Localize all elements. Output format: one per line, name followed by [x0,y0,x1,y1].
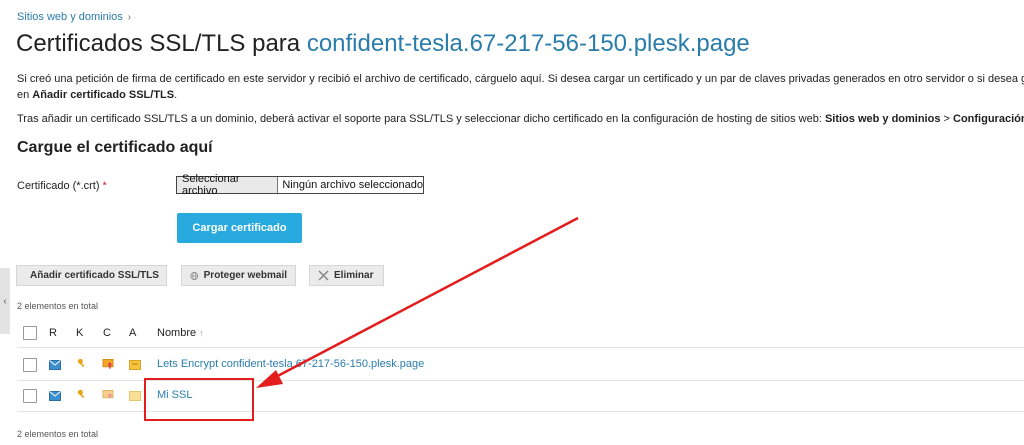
close-icon [318,270,329,281]
column-header-a[interactable]: A [129,327,136,339]
certificate-icon-faded [102,390,114,399]
key-icon [77,358,85,368]
intro-paragraph-2: Tras añadir un certificado SSL/TLS a un … [17,113,1024,125]
column-header-c[interactable]: C [103,327,111,339]
required-mark: * [102,180,107,192]
protect-webmail-button[interactable]: Proteger webmail [181,265,296,286]
header-divider [17,347,1024,348]
sort-icon: ↑ [199,328,204,338]
key-icon [77,389,85,399]
request-icon [49,391,61,401]
annotation-highlight-box [144,378,254,421]
delete-button[interactable]: Eliminar [309,265,384,286]
ca-certificate-icon-faded [129,391,141,401]
upload-certificate-button[interactable]: Cargar certificado [177,213,302,243]
file-status-text: Ningún archivo seleccionado [282,179,423,191]
breadcrumb-link-websites[interactable]: Sitios web y dominios [17,11,123,23]
sidebar-toggle[interactable]: ‹ [0,268,10,334]
page-title-domain: confident-tesla.67-217-56-150.plesk.page [306,30,750,57]
breadcrumb-separator: › [127,12,132,23]
row-checkbox[interactable] [23,358,37,372]
column-header-r[interactable]: R [49,327,57,339]
breadcrumb: Sitios web y dominios › [17,11,131,23]
intro-add-cert-ref: Añadir certificado SSL/TLS [32,89,175,101]
page-title: Certificados SSL/TLS para confident-tesl… [16,30,750,58]
column-header-k[interactable]: K [76,327,83,339]
intro-line-1: Si creó una petición de firma de certifi… [17,73,1024,85]
page-title-prefix: Certificados SSL/TLS para [16,30,307,57]
choose-file-button[interactable]: Seleccionar archivo [177,173,279,197]
ca-certificate-icon [129,360,141,370]
item-count-bottom: 2 elementos en total [17,429,99,439]
row-checkbox[interactable] [23,389,37,403]
certificate-icon [102,359,114,369]
request-icon [49,360,61,370]
intro-paragraph-1: Si creó una petición de firma de certifi… [17,71,1024,103]
select-all-checkbox[interactable] [23,326,37,340]
certificate-link-letsencrypt[interactable]: Lets Encrypt confident-tesla.67-217-56-1… [157,358,424,370]
item-count-top: 2 elementos en total [17,301,99,311]
column-header-name[interactable]: Nombre ↑ [157,327,204,339]
certificate-field-label: Certificado (*.crt) * [17,180,107,192]
add-certificate-button[interactable]: Añadir certificado SSL/TLS [16,265,167,286]
globe-icon [190,271,199,280]
upload-section-title: Cargue el certificado aquí [17,139,213,156]
intro-line-2: en Añadir certificado SSL/TLS. [17,89,178,101]
certificate-file-input[interactable]: Seleccionar archivo Ningún archivo selec… [176,173,424,197]
